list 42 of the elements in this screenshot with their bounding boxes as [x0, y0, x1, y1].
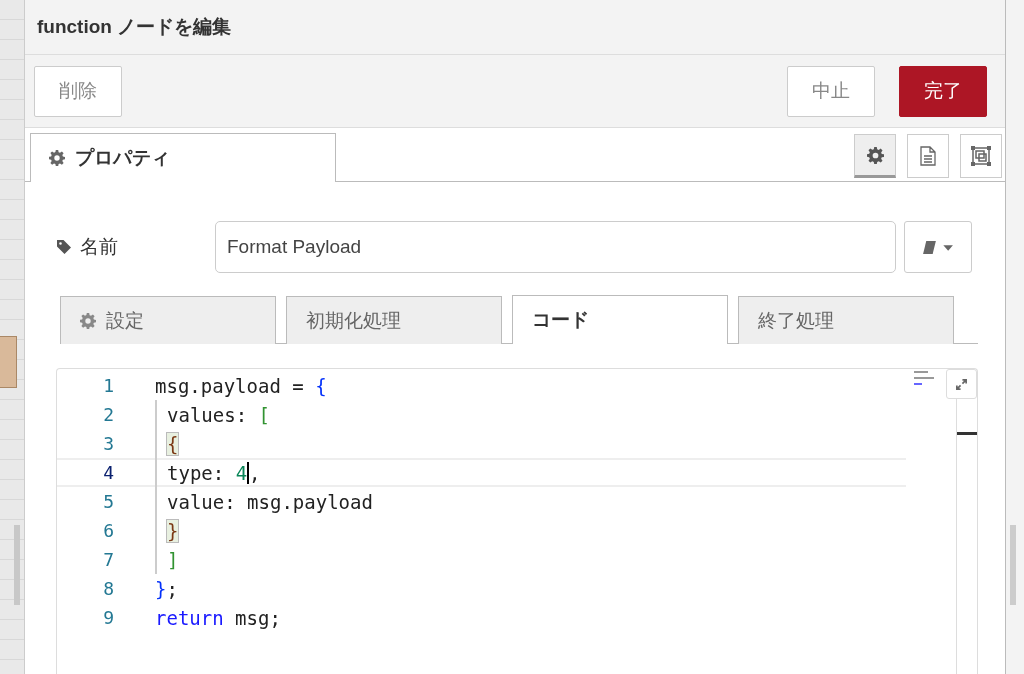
name-label: 名前 — [80, 235, 118, 259]
code-line: ] — [167, 548, 179, 571]
line-number: 6 — [102, 520, 114, 541]
settings-button[interactable] — [854, 134, 896, 178]
line-number: 4 — [102, 462, 114, 483]
book-caret-icon — [922, 239, 954, 255]
dialog-title: function ノードを編集 — [37, 15, 232, 39]
tag-icon — [56, 239, 72, 255]
line-number: 7 — [102, 549, 114, 570]
expand-button[interactable] — [946, 369, 977, 399]
line-number: 5 — [102, 491, 114, 512]
gear-icon — [49, 150, 65, 166]
document-button[interactable] — [907, 134, 949, 178]
settings-icon — [866, 146, 884, 164]
document-icon — [920, 146, 936, 166]
action-button[interactable]: 削除 — [34, 65, 122, 117]
action-button[interactable]: 完了 — [899, 65, 987, 117]
name-input-field[interactable]: Format Payload — [215, 221, 896, 273]
frame-icon — [970, 145, 992, 167]
code-line: values: [ — [167, 403, 270, 426]
line-number: 8 — [102, 578, 114, 599]
frame-button[interactable] — [960, 134, 1002, 178]
flow-node-shape — [0, 336, 17, 388]
editor-tab[interactable]: 終了処理 — [738, 296, 954, 344]
library-button[interactable] — [904, 221, 972, 273]
editor-tab[interactable]: 設定 — [60, 296, 276, 344]
expand-icon — [955, 377, 968, 391]
code-line: msg.payload = { — [155, 374, 327, 397]
code-line: return msg; — [155, 606, 281, 629]
line-number: 9 — [102, 607, 114, 628]
code-line: }; — [155, 577, 178, 600]
line-number: 1 — [102, 375, 114, 396]
action-button[interactable]: 中止 — [787, 65, 875, 117]
line-number: 3 — [102, 433, 114, 454]
code-line: type: 4, — [167, 461, 261, 484]
line-number: 2 — [102, 404, 114, 425]
code-editor[interactable]: 1 msg.payload = { 2 values: [ 3 { 4 type: 4, 5 value: msg.payload 6 } 7 ] 8 }; 9 return msg; — [56, 368, 978, 674]
editor-tab[interactable]: コード — [512, 295, 728, 344]
minimap-drawing — [914, 371, 936, 387]
properties-tab[interactable]: プロパティ — [30, 133, 336, 182]
code-line: value: msg.payload — [167, 490, 373, 513]
editor-tab[interactable]: 初期化処理 — [286, 296, 502, 344]
